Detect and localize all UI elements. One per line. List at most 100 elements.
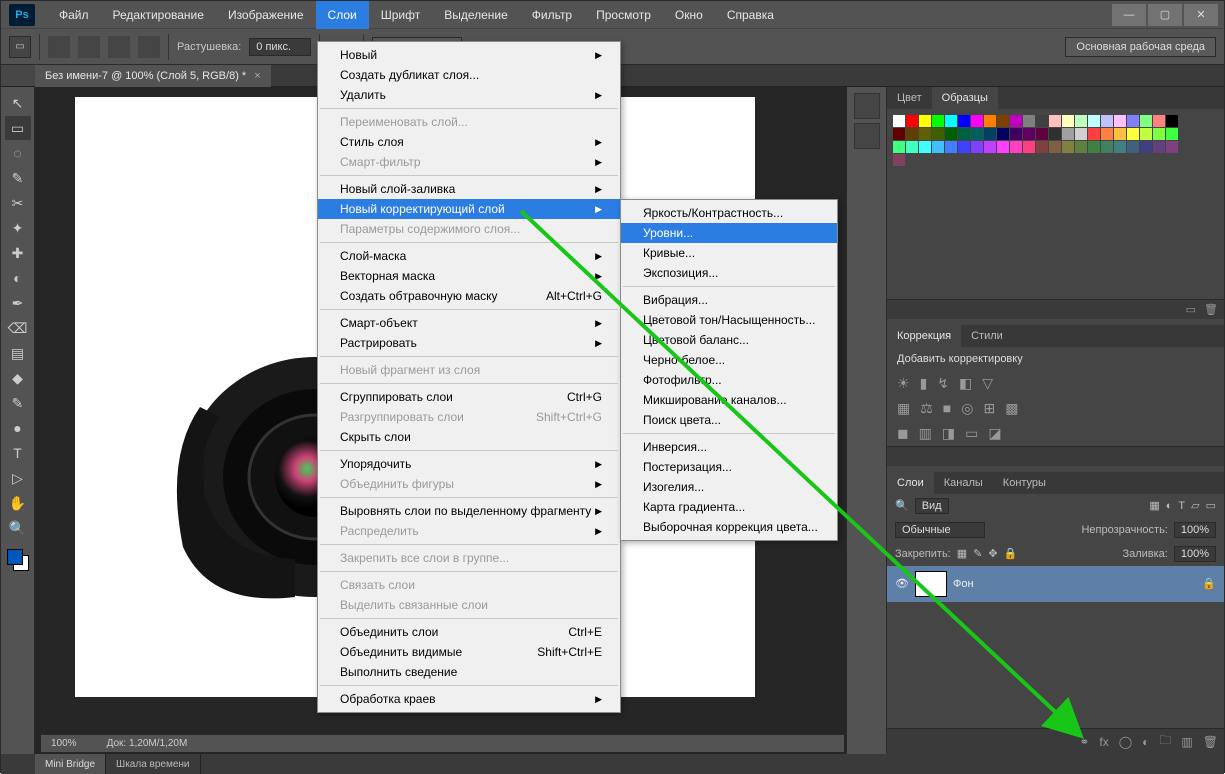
- color-swatch-cell[interactable]: [1023, 128, 1035, 140]
- invert-icon[interactable]: ◼: [897, 425, 909, 442]
- tab-channels[interactable]: Каналы: [934, 472, 993, 494]
- tab-layers[interactable]: Слои: [887, 472, 934, 494]
- menubar-item[interactable]: Справка: [715, 1, 786, 29]
- color-swatch-cell[interactable]: [893, 115, 905, 127]
- posterize-icon[interactable]: ▥: [919, 425, 932, 442]
- curves-icon[interactable]: ↯: [937, 375, 949, 392]
- tab-adjustments[interactable]: Коррекция: [887, 325, 961, 347]
- tab-color[interactable]: Цвет: [887, 87, 932, 109]
- color-swatch-cell[interactable]: [932, 141, 944, 153]
- tool-button[interactable]: ✚: [5, 241, 31, 265]
- tool-button[interactable]: ▭: [5, 116, 31, 140]
- close-button[interactable]: ✕: [1184, 4, 1218, 26]
- color-swatch-cell[interactable]: [1153, 128, 1165, 140]
- color-swatch-cell[interactable]: [1036, 141, 1048, 153]
- menu-item[interactable]: Векторная маска▶: [318, 266, 620, 286]
- menu-item[interactable]: Смарт-объект▶: [318, 313, 620, 333]
- color-swatch-cell[interactable]: [945, 115, 957, 127]
- color-swatch-cell[interactable]: [1075, 128, 1087, 140]
- menu-item[interactable]: Сгруппировать слоиCtrl+G: [318, 387, 620, 407]
- visibility-icon[interactable]: 👁: [895, 577, 909, 590]
- menu-item[interactable]: Выполнить сведение: [318, 662, 620, 682]
- exposure-icon[interactable]: ◧: [959, 375, 972, 392]
- tool-button[interactable]: ▷: [5, 466, 31, 490]
- tool-button[interactable]: 🔍: [5, 516, 31, 540]
- color-swatch-cell[interactable]: [1049, 115, 1061, 127]
- menu-item[interactable]: Черно-белое...: [621, 350, 837, 370]
- maximize-button[interactable]: ▢: [1148, 4, 1182, 26]
- menu-item[interactable]: Упорядочить▶: [318, 454, 620, 474]
- color-swatch-cell[interactable]: [984, 128, 996, 140]
- group-icon[interactable]: 🗀: [1159, 731, 1171, 752]
- menu-item[interactable]: Объединить видимыеShift+Ctrl+E: [318, 642, 620, 662]
- menu-item[interactable]: Стиль слоя▶: [318, 132, 620, 152]
- lock-pix-icon[interactable]: ✎: [973, 547, 982, 560]
- tool-button[interactable]: ◌: [5, 141, 31, 165]
- menu-item[interactable]: Новый▶: [318, 45, 620, 65]
- color-swatch-cell[interactable]: [1088, 115, 1100, 127]
- bw-icon[interactable]: ■: [943, 400, 951, 417]
- channel-mixer-icon[interactable]: ⊞: [983, 400, 995, 417]
- color-swatch-cell[interactable]: [1101, 115, 1113, 127]
- color-swatch-cell[interactable]: [1062, 141, 1074, 153]
- panel-icon[interactable]: [854, 123, 880, 149]
- color-swatch-cell[interactable]: [1101, 141, 1113, 153]
- lock-all-icon[interactable]: 🔒: [1004, 547, 1018, 560]
- fill-input[interactable]: 100%: [1174, 546, 1216, 562]
- color-swatch-cell[interactable]: [906, 141, 918, 153]
- minimize-button[interactable]: —: [1112, 4, 1146, 26]
- tab-mini-bridge[interactable]: Mini Bridge: [35, 754, 106, 774]
- menubar-item[interactable]: Слои: [316, 1, 369, 29]
- color-swatch-cell[interactable]: [893, 154, 905, 166]
- marquee-add-icon[interactable]: [78, 36, 100, 58]
- layer-thumbnail[interactable]: [915, 571, 947, 597]
- menu-item[interactable]: Поиск цвета...: [621, 410, 837, 430]
- color-swatch-cell[interactable]: [1023, 115, 1035, 127]
- tool-button[interactable]: ✒: [5, 291, 31, 315]
- tool-button[interactable]: ●: [5, 416, 31, 440]
- menu-item[interactable]: Изогелия...: [621, 477, 837, 497]
- menu-item[interactable]: Экспозиция...: [621, 263, 837, 283]
- new-layer-icon[interactable]: ▥: [1181, 735, 1192, 749]
- tool-button[interactable]: ✎: [5, 391, 31, 415]
- menu-item[interactable]: Выровнять слои по выделенному фрагменту▶: [318, 501, 620, 521]
- mask-icon[interactable]: ◯: [1119, 735, 1132, 749]
- menubar-item[interactable]: Фильтр: [520, 1, 584, 29]
- tab-styles[interactable]: Стили: [961, 325, 1013, 347]
- menu-item[interactable]: Постеризация...: [621, 457, 837, 477]
- color-swatch-cell[interactable]: [1140, 128, 1152, 140]
- marquee-sub-icon[interactable]: [108, 36, 130, 58]
- tool-button[interactable]: ◐: [5, 266, 31, 290]
- menu-icon[interactable]: ▭: [1186, 303, 1196, 316]
- color-swatch-cell[interactable]: [1062, 115, 1074, 127]
- tool-button[interactable]: ↖: [5, 91, 31, 115]
- tool-button[interactable]: ⌫: [5, 316, 31, 340]
- menu-item[interactable]: Растрировать▶: [318, 333, 620, 353]
- tool-button[interactable]: ✎: [5, 166, 31, 190]
- adjustment-layer-icon[interactable]: ◐: [1142, 735, 1149, 749]
- layer-row[interactable]: 👁 Фон 🔒: [887, 566, 1224, 602]
- color-swatch-cell[interactable]: [997, 115, 1009, 127]
- color-swatch-cell[interactable]: [945, 128, 957, 140]
- menu-item[interactable]: Создать обтравочную маскуAlt+Ctrl+G: [318, 286, 620, 306]
- panel-icon[interactable]: [854, 93, 880, 119]
- menu-item[interactable]: Создать дубликат слоя...: [318, 65, 620, 85]
- color-swatch-cell[interactable]: [997, 128, 1009, 140]
- selective-color-icon[interactable]: ◪: [988, 425, 1001, 442]
- menu-item[interactable]: Инверсия...: [621, 437, 837, 457]
- color-swatch-cell[interactable]: [1049, 128, 1061, 140]
- color-swatch-cell[interactable]: [1114, 115, 1126, 127]
- color-swatch-cell[interactable]: [932, 115, 944, 127]
- color-swatch-cell[interactable]: [1010, 141, 1022, 153]
- color-swatch-cell[interactable]: [1140, 115, 1152, 127]
- tab-swatches[interactable]: Образцы: [932, 87, 998, 109]
- menu-item[interactable]: Микширование каналов...: [621, 390, 837, 410]
- menu-item[interactable]: Слой-маска▶: [318, 246, 620, 266]
- opacity-input[interactable]: 100%: [1174, 522, 1216, 538]
- color-swatch-cell[interactable]: [1153, 141, 1165, 153]
- color-swatch-cell[interactable]: [919, 115, 931, 127]
- menu-item[interactable]: Выборочная коррекция цвета...: [621, 517, 837, 537]
- menu-item[interactable]: Цветовой баланс...: [621, 330, 837, 350]
- tool-button[interactable]: ✦: [5, 216, 31, 240]
- color-swatch-cell[interactable]: [971, 141, 983, 153]
